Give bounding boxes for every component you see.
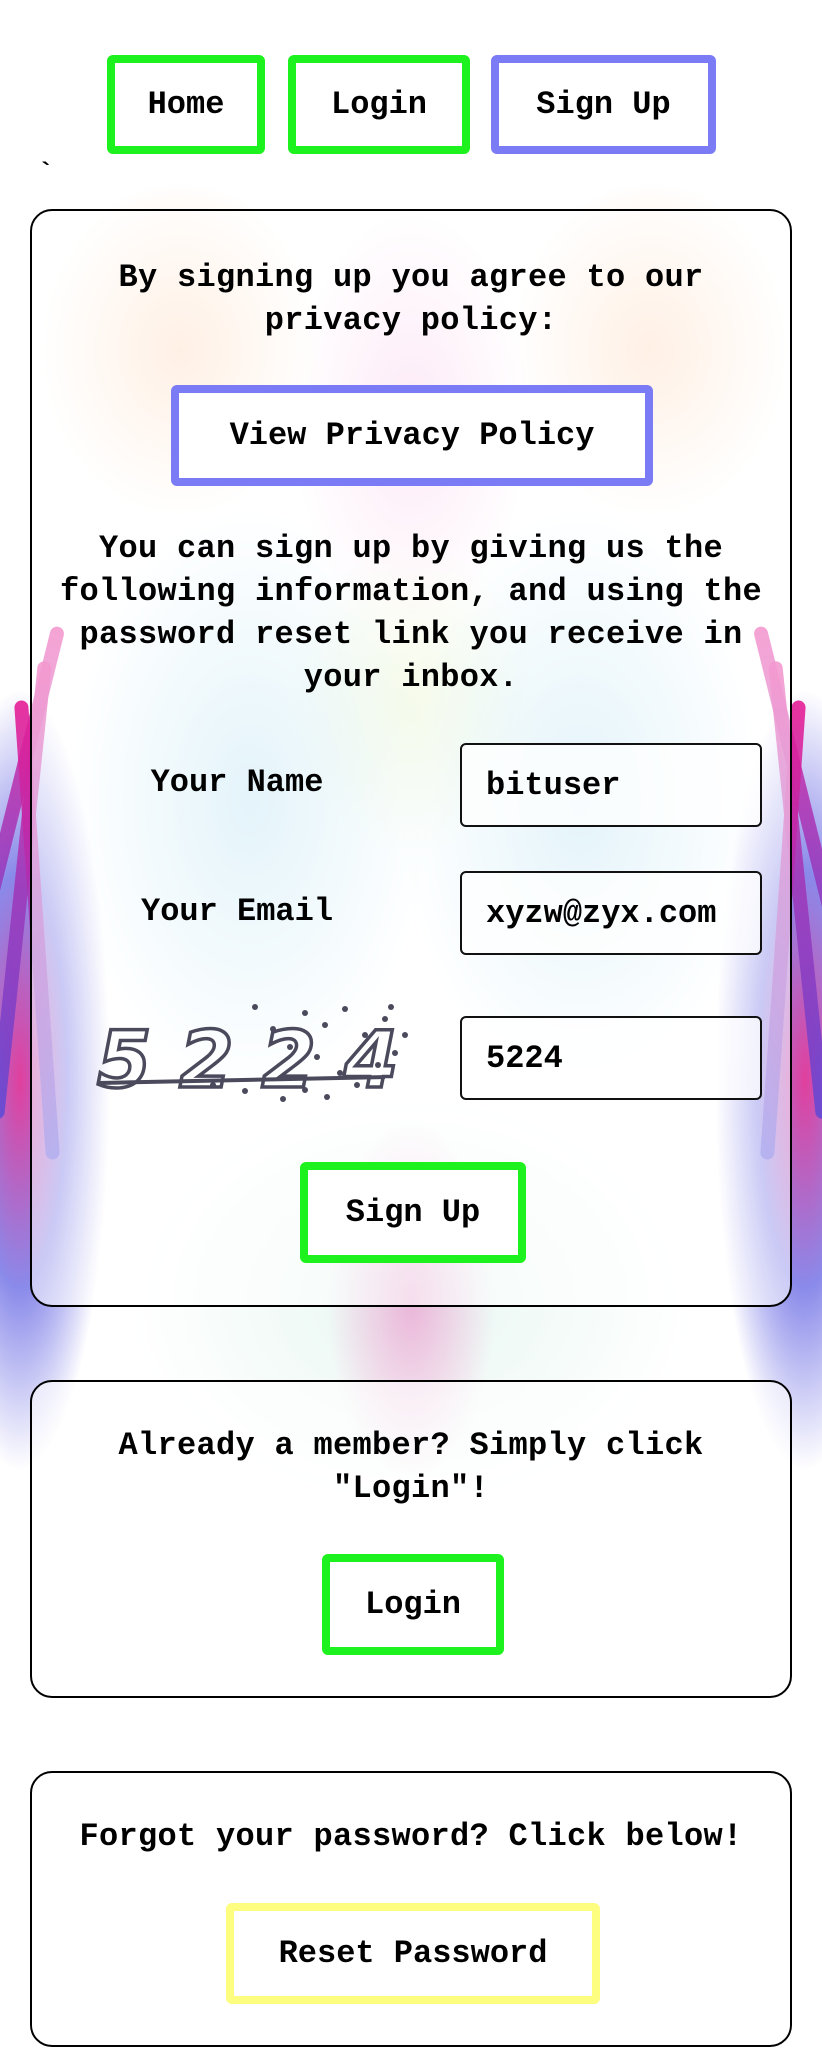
captcha-image-text: 5224 xyxy=(97,1016,415,1106)
captcha-field[interactable] xyxy=(460,1016,762,1100)
nav-login-button[interactable]: Login xyxy=(288,55,470,154)
privacy-agree-text: By signing up you agree to our privacy p… xyxy=(118,259,704,339)
stray-backtick: ` xyxy=(38,158,54,188)
name-label: Your Name xyxy=(150,764,324,801)
email-field[interactable] xyxy=(460,871,762,955)
login-button[interactable]: Login xyxy=(322,1554,504,1655)
forgot-password-text: Forgot your password? Click below! xyxy=(79,1818,743,1855)
signup-info-text: You can sign up by giving us the followi… xyxy=(59,530,763,696)
login-panel: Already a member? Simply click "Login"! … xyxy=(30,1380,792,1698)
name-field[interactable] xyxy=(460,743,762,827)
email-label: Your Email xyxy=(140,893,334,930)
captcha-image: 5224 xyxy=(95,1004,415,1108)
nav-home-button[interactable]: Home xyxy=(107,55,265,154)
view-privacy-policy-button[interactable]: View Privacy Policy xyxy=(171,385,653,486)
signup-panel: By signing up you agree to our privacy p… xyxy=(30,209,792,1307)
already-member-text: Already a member? Simply click "Login"! xyxy=(118,1427,704,1507)
reset-password-button[interactable]: Reset Password xyxy=(226,1903,600,2004)
signup-submit-button[interactable]: Sign Up xyxy=(300,1162,526,1263)
nav-signup-button[interactable]: Sign Up xyxy=(491,55,716,154)
reset-panel: Forgot your password? Click below! Reset… xyxy=(30,1771,792,2047)
